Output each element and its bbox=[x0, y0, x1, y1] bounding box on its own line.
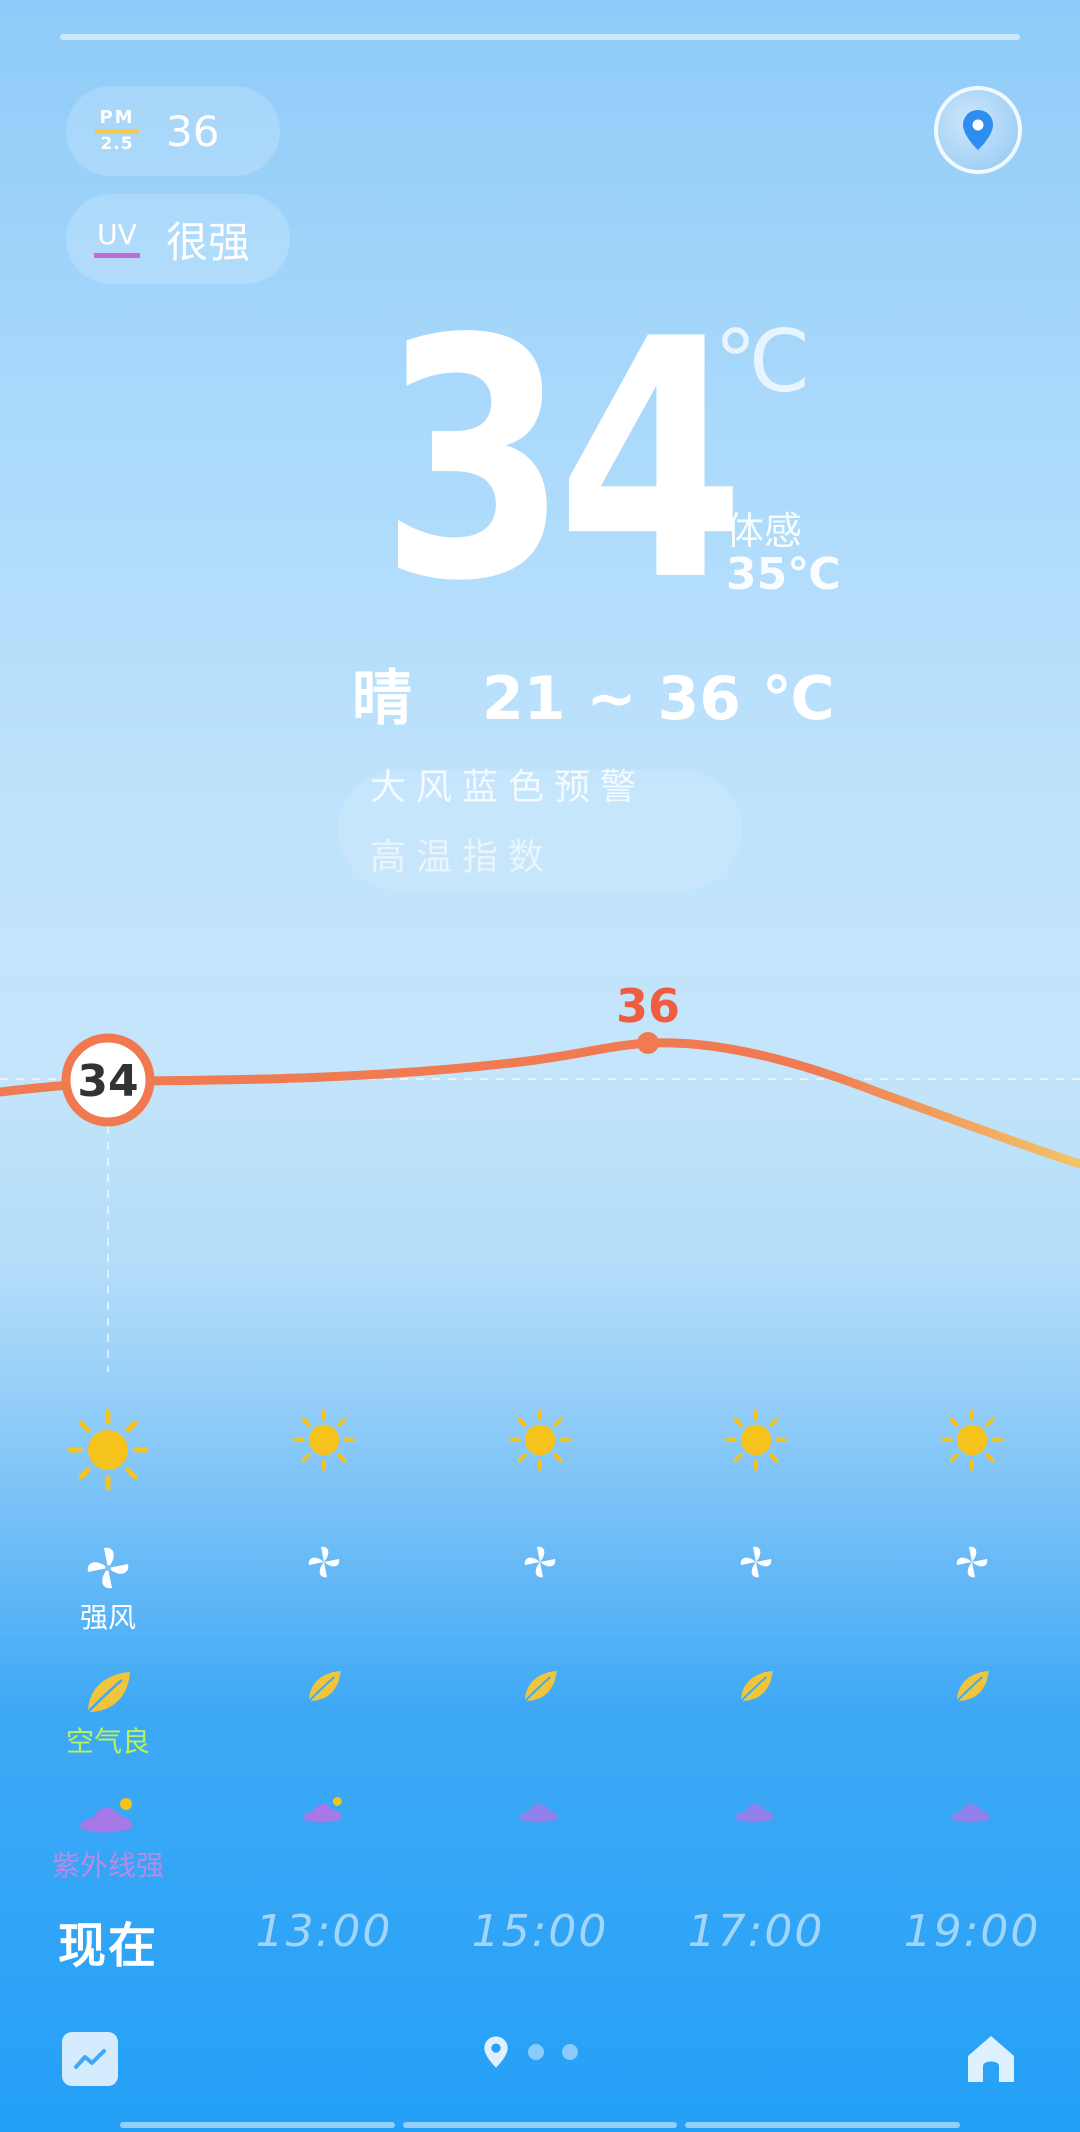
wind-cell-1900 bbox=[892, 1544, 1052, 1580]
bottom-bar bbox=[0, 1988, 1080, 2132]
pinwheel-icon bbox=[740, 1546, 772, 1578]
uv-cell-1300 bbox=[244, 1794, 404, 1828]
wind-cell-now: 强风 bbox=[28, 1544, 188, 1636]
air-label: 空气良 bbox=[65, 1725, 150, 1758]
time-label-1500[interactable]: 15:00 bbox=[440, 1906, 640, 1957]
current-badge-value: 34 bbox=[77, 1056, 138, 1107]
trend-button[interactable] bbox=[62, 2032, 118, 2086]
time-label-1900[interactable]: 19:00 bbox=[872, 1906, 1072, 1957]
leaf-icon bbox=[87, 1672, 130, 1713]
leaf-icon bbox=[740, 1671, 773, 1702]
hour-cell-1900 bbox=[892, 1408, 1052, 1472]
leaf-icon bbox=[524, 1671, 557, 1702]
pinwheel-icon bbox=[956, 1546, 988, 1578]
temperature-line bbox=[0, 1038, 1080, 1169]
hat-icon bbox=[951, 1804, 991, 1823]
hat-icon bbox=[80, 1798, 133, 1833]
weather-icon-row bbox=[0, 1408, 1080, 1528]
time-label-1700[interactable]: 17:00 bbox=[656, 1906, 856, 1957]
bottom-indicator-lines bbox=[120, 2122, 961, 2128]
uv-label: 紫外线强 bbox=[51, 1849, 164, 1882]
time-label-1300[interactable]: 13:00 bbox=[224, 1906, 424, 1957]
hat-icon bbox=[303, 1796, 343, 1823]
pinwheel-icon bbox=[308, 1546, 340, 1578]
time-label-now[interactable]: 现在 bbox=[8, 1906, 208, 1976]
uv-cell-1700 bbox=[676, 1794, 836, 1828]
page-dot[interactable] bbox=[562, 2044, 578, 2060]
wind-cell-1300 bbox=[244, 1544, 404, 1580]
hat-icon bbox=[519, 1804, 559, 1823]
hour-cell-1700 bbox=[676, 1408, 836, 1472]
pinwheel-icon bbox=[87, 1547, 129, 1589]
uv-cell-1900 bbox=[892, 1794, 1052, 1828]
wind-cell-1500 bbox=[460, 1544, 620, 1580]
sun-icon bbox=[725, 1409, 787, 1471]
sun-icon bbox=[509, 1409, 571, 1471]
wind-cell-1700 bbox=[676, 1544, 836, 1580]
wind-row: 强风 bbox=[0, 1544, 1080, 1664]
uv-cell-now: 紫外线强 bbox=[28, 1794, 188, 1884]
trend-chart-icon bbox=[74, 2049, 106, 2069]
air-cell-now: 空气良 bbox=[28, 1668, 188, 1760]
pinwheel-icon bbox=[524, 1546, 556, 1578]
uv-row: 紫外线强 bbox=[0, 1794, 1080, 1914]
location-pin-icon bbox=[484, 2036, 508, 2068]
sun-icon bbox=[293, 1409, 355, 1471]
sun-icon bbox=[67, 1409, 149, 1491]
home-button[interactable] bbox=[962, 2030, 1020, 2088]
page-dot[interactable] bbox=[528, 2044, 544, 2060]
hour-cell-now bbox=[28, 1408, 188, 1492]
air-cell-1900 bbox=[892, 1668, 1052, 1704]
home-icon bbox=[968, 2036, 1014, 2082]
wind-label: 强风 bbox=[79, 1601, 136, 1634]
peak-point bbox=[637, 1032, 659, 1054]
uv-cell-1500 bbox=[460, 1794, 620, 1828]
hour-cell-1500 bbox=[460, 1408, 620, 1472]
air-quality-row: 空气良 bbox=[0, 1668, 1080, 1788]
leaf-icon bbox=[308, 1671, 341, 1702]
leaf-icon bbox=[956, 1671, 989, 1702]
hour-cell-1300 bbox=[244, 1408, 404, 1472]
sun-icon bbox=[941, 1409, 1003, 1471]
air-cell-1500 bbox=[460, 1668, 620, 1704]
hat-icon bbox=[735, 1804, 775, 1823]
air-cell-1300 bbox=[244, 1668, 404, 1704]
page-indicator bbox=[482, 2034, 578, 2070]
air-cell-1700 bbox=[676, 1668, 836, 1704]
peak-label: 36 bbox=[616, 979, 680, 1033]
